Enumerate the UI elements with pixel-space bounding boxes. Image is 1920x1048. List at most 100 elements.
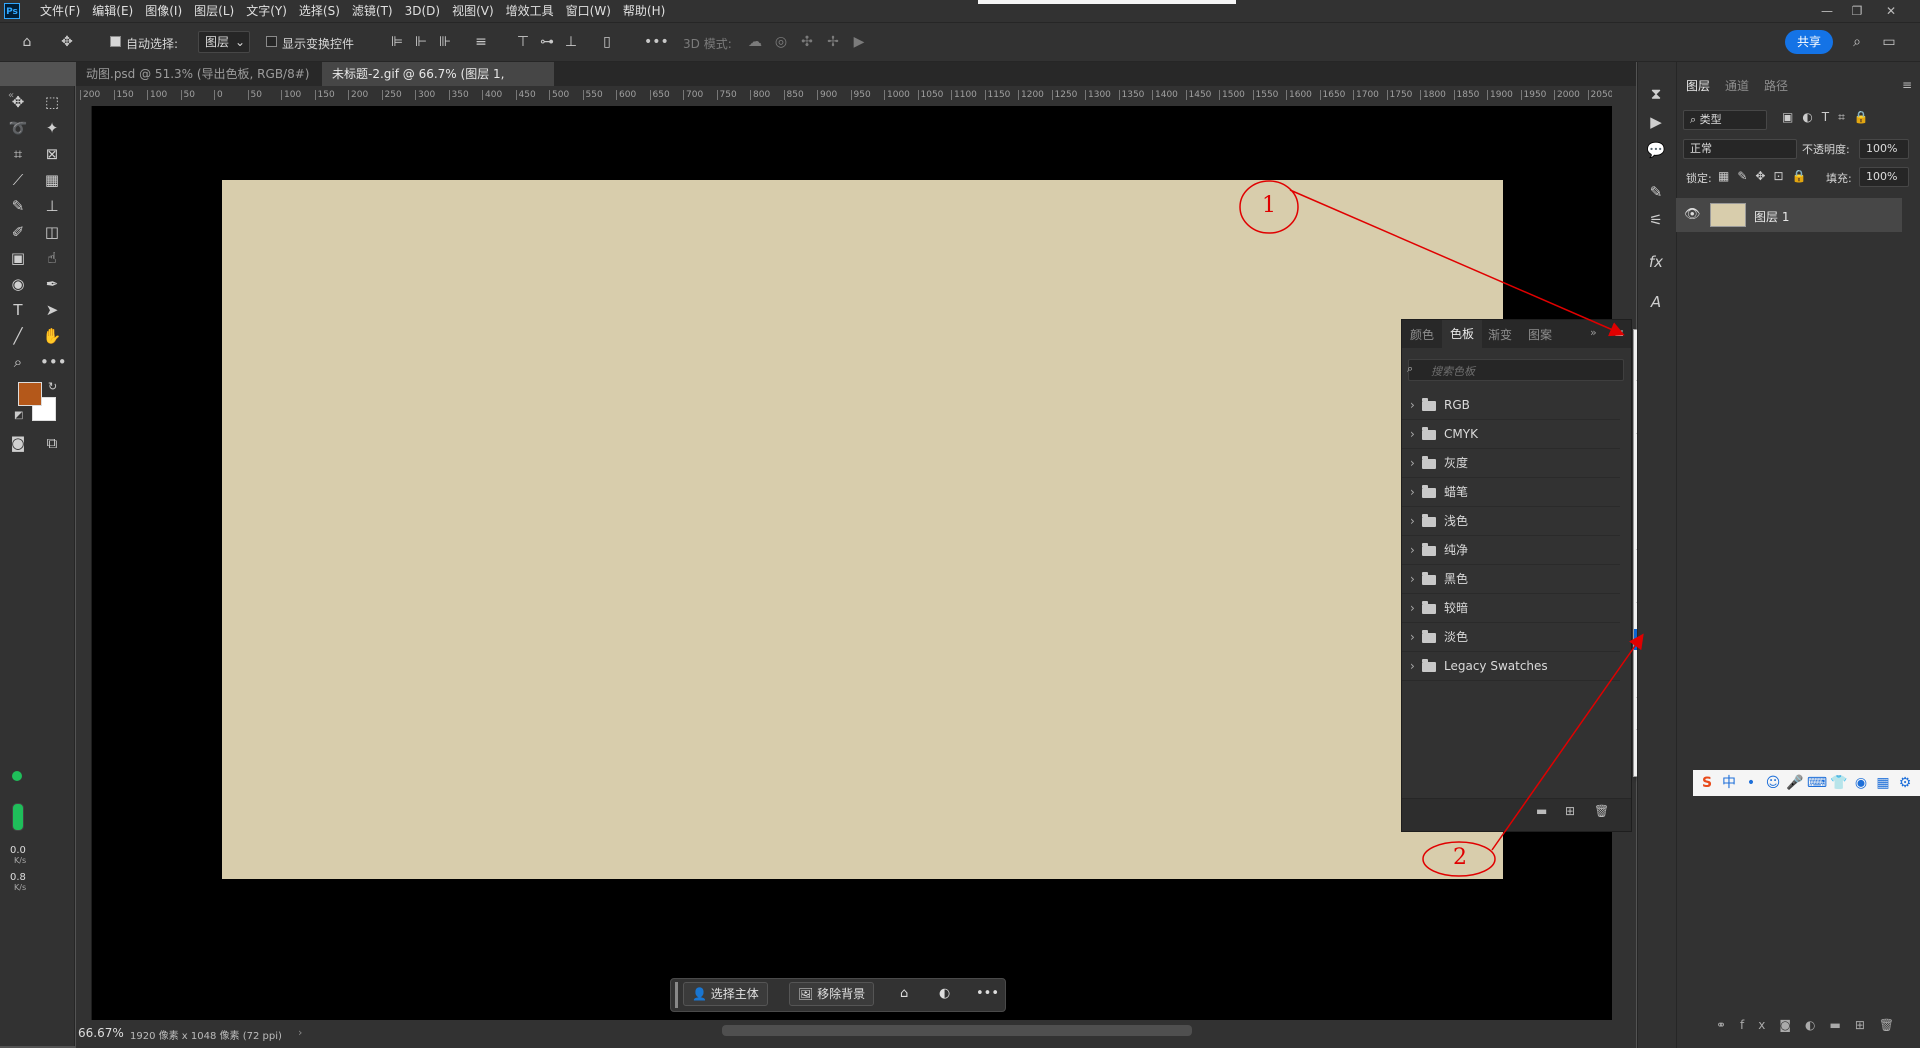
move-tool-icon[interactable]: ✥	[6, 91, 30, 113]
chevron-right-icon[interactable]: ›	[1410, 391, 1422, 419]
chevron-right-icon[interactable]: ›	[1410, 507, 1422, 535]
adjustment-icon[interactable]: ◐	[939, 986, 950, 1001]
remove-background-button[interactable]: 🖼 移除背景	[789, 982, 875, 1006]
pan-3d-icon[interactable]: ✣	[798, 33, 816, 51]
blend-mode-dropdown[interactable]: 正常	[1683, 139, 1797, 159]
tab-document-2[interactable]: 未标题-2.gif @ 66.7% (图层 1, RGB/8) * ×	[322, 62, 554, 105]
history-panel-icon[interactable]: ⧗	[1637, 80, 1675, 108]
align-bottom-icon[interactable]: ⊥	[562, 33, 580, 51]
swatch-search-input[interactable]: ⌕ 搜索色板	[1407, 359, 1624, 381]
eyedropper-icon[interactable]: ⟋	[6, 169, 30, 191]
menu-item[interactable]: 视图(V)	[446, 0, 500, 22]
move-tool-icon[interactable]: ✥	[58, 33, 76, 51]
smudge-tool-icon[interactable]: ☝	[40, 247, 64, 269]
gradient-tool-icon[interactable]: ▣	[6, 247, 30, 269]
styles-panel-icon[interactable]: fx	[1637, 248, 1675, 276]
marquee-tool-icon[interactable]: ⬚	[40, 91, 64, 113]
close-window-icon[interactable]: ✕	[1876, 0, 1906, 22]
panel-menu-icon[interactable]: ≡	[1614, 326, 1624, 340]
ime-game-icon[interactable]: ◉	[1850, 771, 1872, 795]
swatch-group-row[interactable]: › 灰度	[1402, 449, 1620, 478]
select-subject-button[interactable]: 👤 选择主体	[683, 982, 768, 1006]
chevron-right-icon[interactable]: ›	[1410, 449, 1422, 477]
fill-input[interactable]: 100%	[1859, 167, 1909, 187]
auto-select-checkbox[interactable]	[110, 36, 121, 47]
swatch-group-row[interactable]: › Legacy Swatches	[1402, 652, 1620, 681]
distribute-vertical-icon[interactable]: ▯	[598, 33, 616, 51]
screen-mode-icon[interactable]: ⧉	[40, 432, 64, 454]
line-tool-icon[interactable]: ╱	[6, 325, 30, 347]
ime-skin-icon[interactable]: 👕	[1828, 771, 1850, 795]
roll-3d-icon[interactable]: ◎	[772, 33, 790, 51]
menu-item[interactable]: 图层(L)	[188, 0, 240, 22]
brushes-panel-icon[interactable]: ✎	[1637, 178, 1675, 206]
search-icon[interactable]: ⌕	[1848, 33, 1866, 51]
chevron-right-icon[interactable]: ›	[1410, 623, 1422, 651]
crop-tool-icon[interactable]: ⌗	[6, 143, 30, 165]
swatch-group-row[interactable]: › 较暗	[1402, 594, 1620, 623]
ime-tools-icon[interactable]: ▦	[1872, 771, 1894, 795]
share-button[interactable]: 共享	[1785, 30, 1833, 54]
chevron-right-icon[interactable]: ›	[1410, 652, 1422, 680]
ime-keyboard-icon[interactable]: ⌨	[1806, 771, 1828, 795]
layer-filter-icons[interactable]: ▣◐T⌗🔒	[1782, 110, 1878, 125]
hand-tool-icon[interactable]: ✋	[40, 325, 64, 347]
workspace-icon[interactable]: ▭	[1880, 33, 1898, 51]
ime-logo-icon[interactable]: S	[1696, 771, 1718, 795]
mask-icon[interactable]: ⌂	[900, 986, 908, 1001]
comments-panel-icon[interactable]: 💬	[1637, 136, 1675, 164]
menu-item[interactable]: 滤镜(T)	[346, 0, 399, 22]
default-colors-icon[interactable]: ◩	[14, 410, 23, 421]
magic-wand-icon[interactable]: ✦	[40, 117, 64, 139]
horizontal-ruler[interactable]: 200 150 100 50 0 50 100 150 200 250 300 350 400 450 50…	[76, 86, 1636, 107]
ime-settings-icon[interactable]: ⚙	[1894, 771, 1916, 795]
status-arrow-icon[interactable]: ›	[298, 1026, 302, 1039]
minimize-icon[interactable]: —	[1812, 0, 1842, 22]
more-tools-icon[interactable]: •••	[40, 351, 67, 373]
menu-item[interactable]: 增效工具	[500, 0, 560, 22]
adjustments-panel-icon[interactable]: ⚟	[1637, 206, 1675, 234]
path-select-icon[interactable]: ➤	[40, 299, 64, 321]
align-right-icon[interactable]: ⊪	[436, 33, 454, 51]
menu-item[interactable]: 3D(D)	[399, 0, 446, 22]
type-tool-icon[interactable]: T	[6, 299, 30, 321]
swap-colors-icon[interactable]: ↻	[48, 380, 57, 393]
tab-patterns[interactable]: 图案	[1528, 326, 1552, 343]
document-info[interactable]: 1920 像素 x 1048 像素 (72 ppi)	[130, 1027, 282, 1042]
tab-gradients[interactable]: 渐变	[1488, 326, 1512, 343]
home-icon[interactable]: ⌂	[18, 33, 36, 51]
clone-stamp-icon[interactable]: ⊥	[40, 195, 64, 217]
menu-item[interactable]: 编辑(E)	[86, 0, 139, 22]
auto-select-dropdown[interactable]: 图层 ⌄	[198, 31, 250, 53]
quick-mask-icon[interactable]: ◙	[6, 432, 30, 454]
tab-layers[interactable]: 图层	[1686, 77, 1710, 94]
opacity-input[interactable]: 100%	[1859, 139, 1909, 159]
tab-swatches[interactable]: 色板	[1442, 320, 1483, 348]
chevron-right-icon[interactable]: ›	[1410, 420, 1422, 448]
align-top-icon[interactable]: ⊤	[514, 33, 532, 51]
dodge-tool-icon[interactable]: ◉	[6, 273, 30, 295]
swatch-group-row[interactable]: › 蜡笔	[1402, 478, 1620, 507]
brush-tool-icon[interactable]: ✎	[6, 195, 30, 217]
chevron-right-icon[interactable]: ›	[1410, 565, 1422, 593]
glyphs-panel-icon[interactable]: A	[1637, 288, 1675, 316]
menu-item[interactable]: 文件(F)	[34, 0, 86, 22]
zoom-tool-icon[interactable]: ⌕	[6, 351, 30, 373]
ime-chinese-icon[interactable]: 中	[1718, 771, 1740, 795]
menu-item[interactable]: 窗口(W)	[560, 0, 617, 22]
ime-punct-icon[interactable]: •	[1740, 771, 1762, 795]
swatch-group-row[interactable]: › 浅色	[1402, 507, 1620, 536]
swatch-group-row[interactable]: › CMYK	[1402, 420, 1620, 449]
swatch-group-row[interactable]: › RGB	[1402, 391, 1620, 420]
actions-panel-icon[interactable]: ▶	[1637, 108, 1675, 136]
transform-controls-checkbox[interactable]	[266, 36, 277, 47]
expand-tabs-icon[interactable]: »	[1590, 326, 1597, 339]
swatch-group-row[interactable]: › 黑色	[1402, 565, 1620, 594]
orbit-3d-icon[interactable]: ☁	[746, 33, 764, 51]
menu-item[interactable]: 文字(Y)	[240, 0, 293, 22]
zoom-level[interactable]: 66.67%	[78, 1026, 124, 1040]
align-left-icon[interactable]: ⊫	[388, 33, 406, 51]
tab-document-1[interactable]: 动图.psd @ 51.3% (导出色板, RGB/8#) * ×	[76, 62, 320, 105]
foreground-color-swatch[interactable]	[18, 382, 42, 406]
delete-swatch-icon[interactable]: 🗑	[1594, 804, 1609, 818]
